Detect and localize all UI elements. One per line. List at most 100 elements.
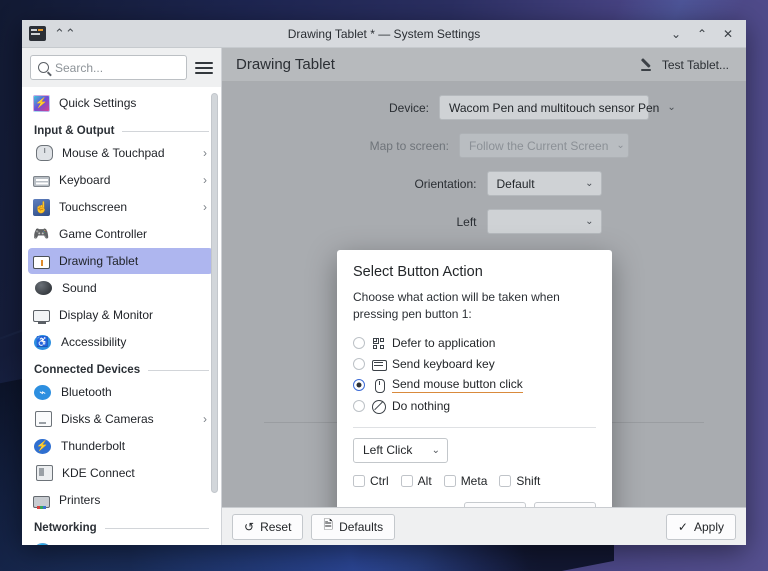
grid-icon (372, 337, 385, 350)
radio-option-label: Send mouse button click (392, 377, 523, 394)
quick-settings-icon (33, 94, 50, 112)
chevron-right-icon: › (203, 146, 207, 160)
sidebar-item-disks-cameras[interactable]: Disks & Cameras › (28, 406, 213, 432)
chevron-right-icon: › (203, 543, 207, 545)
display-icon (33, 310, 50, 324)
radio-button[interactable] (353, 379, 365, 392)
chevron-right-icon: › (203, 412, 207, 426)
system-settings-icon (29, 26, 46, 41)
sidebar-item-touchscreen[interactable]: Touchscreen › (28, 194, 213, 220)
sidebar-search-row: Search... (22, 48, 221, 87)
sound-icon (34, 281, 52, 295)
checkbox[interactable] (353, 474, 365, 487)
search-input[interactable]: Search... (30, 55, 187, 80)
sidebar-item-accessibility[interactable]: Accessibility (28, 329, 213, 355)
mouse-icon (36, 145, 53, 161)
chevron-down-icon: ⌄ (431, 444, 440, 456)
system-settings-window: ⌃⌃ Drawing Tablet * — System Settings ⌄ … (22, 20, 746, 545)
radio-button[interactable] (353, 337, 365, 350)
sidebar-item-thunderbolt[interactable]: Thunderbolt (28, 433, 213, 459)
close-button[interactable]: ✕ (716, 23, 740, 45)
sidebar-item-label: Bluetooth (61, 385, 112, 399)
sidebar-item-label: Quick Settings (59, 96, 137, 110)
sidebar-category-label: Connected Devices (34, 364, 141, 376)
main-pane: Drawing Tablet Test Tablet... Device: Wa… (222, 48, 746, 545)
radio-option-do-nothing[interactable]: Do nothing (353, 396, 596, 417)
sidebar-item-drawing-tablet[interactable]: Drawing Tablet (28, 248, 213, 274)
sidebar-item-keyboard[interactable]: Keyboard › (28, 167, 213, 193)
sidebar-item-display-monitor[interactable]: Display & Monitor (28, 302, 213, 328)
modifier-ctrl[interactable]: Ctrl (353, 474, 389, 488)
sidebar-item-printers[interactable]: Printers (28, 487, 213, 513)
no-entry-icon (372, 399, 386, 414)
mouse-button-select[interactable]: Left Click ⌄ (353, 437, 448, 463)
radio-button[interactable] (353, 400, 365, 413)
hamburger-menu-button[interactable] (193, 57, 215, 79)
apply-button[interactable]: ✓ Apply (665, 513, 736, 540)
modifier-label: Meta (460, 473, 488, 488)
ok-button[interactable]: ✓ OK (464, 501, 526, 507)
modifier-label: Ctrl (370, 473, 389, 488)
sidebar-item-game-controller[interactable]: Game Controller (28, 221, 213, 247)
sidebar-scrollbar[interactable] (210, 93, 218, 539)
sidebar-category-label: Input & Output (34, 125, 115, 137)
pen-icon (640, 57, 656, 72)
reset-label: Reset (260, 519, 292, 534)
sidebar-category: Networking (34, 522, 209, 534)
modifier-shift[interactable]: Shift (499, 474, 540, 488)
sidebar-item-label: Drawing Tablet (59, 254, 139, 268)
sidebar-item-label: Display & Monitor (59, 308, 154, 322)
checkbox[interactable] (443, 474, 456, 487)
modifier-alt[interactable]: Alt (400, 473, 432, 488)
sidebar-item-label: Printers (59, 493, 101, 507)
sidebar-item-label: Accessibility (61, 335, 127, 349)
undo-icon: ↺ (244, 519, 255, 534)
bluetooth-icon (34, 384, 51, 400)
sidebar-item-mouse-touchpad[interactable]: Mouse & Touchpad › (28, 140, 213, 166)
sidebar-scrollbar-thumb[interactable] (211, 93, 218, 493)
cancel-button[interactable]: 🚫 Cancel (534, 501, 596, 507)
disk-icon (35, 411, 52, 427)
sidebar-item-sound[interactable]: Sound (28, 275, 213, 301)
test-tablet-button[interactable]: Test Tablet... (634, 53, 736, 76)
maximize-button[interactable]: ⌃ (690, 23, 714, 45)
checkbox[interactable] (499, 474, 512, 487)
accessibility-icon (34, 334, 51, 350)
window-title: Drawing Tablet * — System Settings (287, 26, 481, 41)
radio-option-defer-to-application[interactable]: Defer to application (353, 333, 596, 354)
window-titlebar: ⌃⌃ Drawing Tablet * — System Settings ⌄ … (22, 20, 746, 48)
checkbox[interactable] (400, 474, 413, 487)
sidebar-item-label: Mouse & Touchpad (62, 146, 165, 160)
radio-option-send-mouse-button-click[interactable]: Send mouse button click (353, 375, 596, 396)
modifier-checkboxes: Ctrl Alt Meta Shift (353, 474, 596, 488)
defaults-button[interactable]: 🗎 Defaults (311, 513, 396, 540)
minimize-button[interactable]: ⌄ (664, 23, 688, 45)
sidebar-category: Input & Output (34, 125, 209, 137)
radio-button[interactable] (353, 358, 365, 371)
page-title: Drawing Tablet (236, 56, 335, 73)
sidebar-item-bluetooth[interactable]: Bluetooth (28, 379, 213, 405)
dialog-title: Select Button Action (353, 264, 483, 280)
double-chevron-up-icon[interactable]: ⌃⌃ (54, 27, 76, 40)
category-rule (122, 130, 209, 132)
dialog-description: Choose what action will be taken when pr… (353, 290, 560, 322)
chevron-right-icon: › (203, 200, 207, 214)
wifi-icon (34, 542, 51, 545)
modifier-meta[interactable]: Meta (443, 473, 488, 488)
reset-button[interactable]: ↺ Reset (232, 513, 304, 540)
sidebar: Search... Quick Settings Input & Output Mo… (22, 48, 222, 545)
dialog-footer: ↺ Reset 🗎 Defaults ✓ Apply (222, 507, 746, 545)
modifier-label: Alt (417, 473, 432, 488)
sidebar-category-label: Networking (34, 522, 97, 534)
select-button-action-dialog: Select Button Action Choose what action … (337, 250, 612, 507)
check-icon: ✓ (677, 519, 688, 534)
radio-option-send-keyboard-key[interactable]: Send keyboard key (353, 354, 596, 375)
main-header: Drawing Tablet Test Tablet... (222, 48, 746, 82)
sidebar-item-kde-connect[interactable]: KDE Connect (28, 460, 213, 486)
sidebar-item-quick-settings[interactable]: Quick Settings (28, 90, 213, 116)
radio-option-label: Send keyboard key (392, 357, 495, 372)
touchscreen-icon (33, 198, 50, 216)
search-placeholder: Search... (55, 60, 104, 75)
printer-icon (33, 495, 50, 509)
sidebar-item-wi-fi-internet[interactable]: Wi-Fi & Internet › (28, 537, 213, 545)
